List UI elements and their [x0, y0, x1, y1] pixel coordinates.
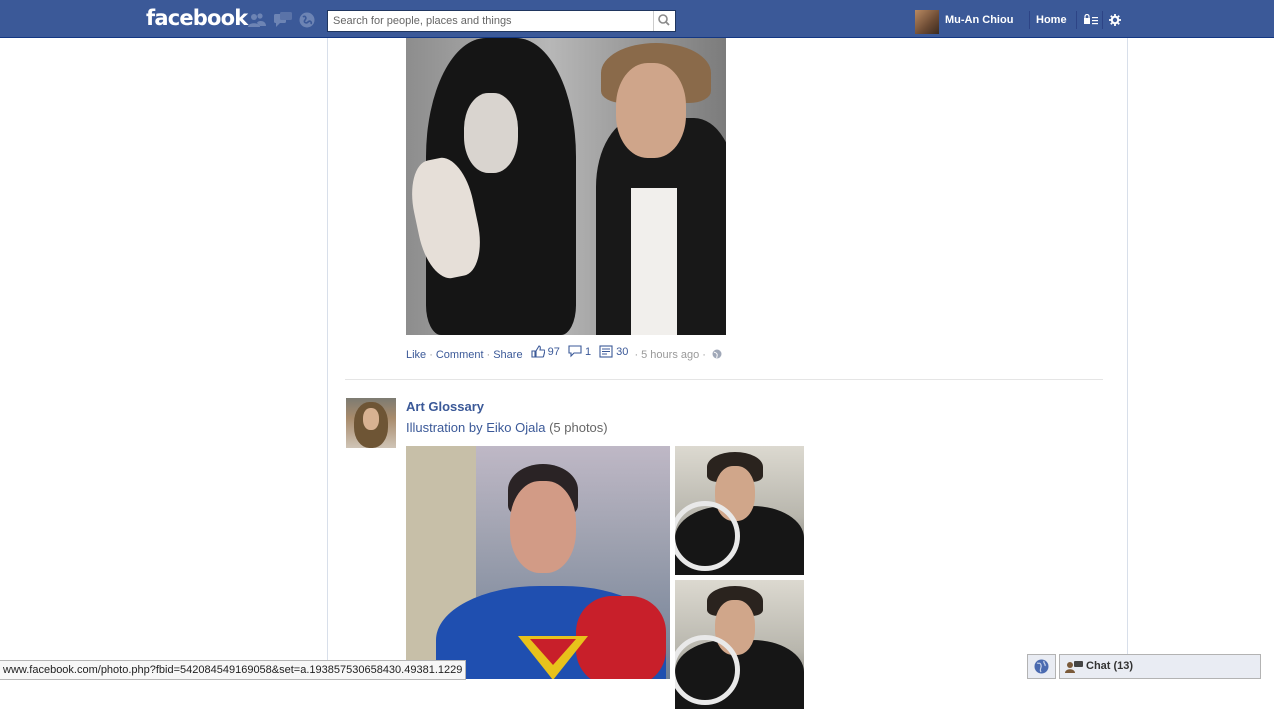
album-photo-thumb[interactable]	[675, 580, 804, 709]
share-count[interactable]: 30	[599, 345, 628, 358]
share-icon	[599, 345, 613, 358]
friend-requests-icon[interactable]	[248, 12, 266, 28]
facebook-logo[interactable]: facebook	[146, 6, 248, 30]
chat-label: Chat (13)	[1086, 660, 1134, 672]
comment-link[interactable]: Comment	[436, 349, 484, 361]
separator: ·	[702, 349, 706, 361]
album-title[interactable]: Illustration by Eiko Ojala	[406, 420, 545, 435]
post-actions: Like · Comment · Share 97 1 30 · 5 hours ago ·	[406, 345, 722, 361]
album-line: Illustration by Eiko Ojala (5 photos)	[406, 420, 608, 435]
nav-divider	[1029, 11, 1030, 29]
messages-icon[interactable]	[274, 12, 292, 28]
photo-shape	[363, 408, 379, 430]
post-photo[interactable]	[406, 38, 726, 335]
profile-name: Mu-An Chiou	[945, 14, 1014, 26]
photo-shape	[631, 188, 677, 335]
globe-icon[interactable]	[712, 349, 722, 359]
timestamp[interactable]: 5 hours ago	[641, 349, 699, 361]
search-input[interactable]	[328, 11, 653, 31]
nav-divider	[1102, 11, 1103, 29]
share-link[interactable]: Share	[493, 349, 522, 361]
privacy-shortcuts-icon[interactable]	[1084, 13, 1098, 26]
chat-bar[interactable]: Chat (13)	[1059, 654, 1261, 679]
like-count[interactable]: 97	[531, 345, 560, 358]
photo-shape	[510, 481, 576, 573]
settings-gear-icon[interactable]	[1109, 14, 1123, 26]
globe-icon	[1034, 659, 1049, 674]
nav-divider	[1076, 11, 1077, 29]
separator: ·	[486, 349, 491, 361]
comment-bubble-icon	[568, 345, 582, 358]
avatar	[915, 10, 939, 34]
chat-options-button[interactable]	[1027, 654, 1056, 679]
photo-count: (5 photos)	[549, 420, 608, 435]
photo-shape	[616, 63, 686, 158]
post-author[interactable]: Art Glossary	[406, 399, 484, 414]
comment-count[interactable]: 1	[568, 345, 591, 358]
top-navigation-bar: facebook Mu-An Chiou Home	[0, 0, 1274, 38]
like-count-value: 97	[547, 345, 560, 358]
like-link[interactable]: Like	[406, 349, 426, 361]
photo-shape	[576, 596, 666, 679]
separator: ·	[634, 349, 639, 361]
home-link[interactable]: Home	[1036, 14, 1067, 26]
search-button[interactable]	[653, 11, 675, 31]
chat-icon	[1065, 661, 1083, 673]
album-photo-thumb[interactable]	[675, 446, 804, 575]
content-border-left	[327, 38, 328, 679]
notifications-icon[interactable]	[299, 12, 315, 28]
search-icon	[658, 14, 670, 26]
separator: ·	[429, 349, 433, 361]
album-photo-large[interactable]	[406, 446, 670, 679]
content-border-right	[1127, 38, 1128, 679]
search-box	[327, 10, 676, 32]
like-thumb-icon	[531, 345, 545, 358]
photo-shape	[464, 93, 518, 173]
comment-count-value: 1	[584, 345, 592, 358]
browser-status-url: www.facebook.com/photo.php?fbid=54208454…	[0, 660, 467, 680]
share-count-value: 30	[616, 345, 629, 358]
avatar[interactable]	[346, 398, 396, 448]
story-divider	[345, 379, 1103, 380]
